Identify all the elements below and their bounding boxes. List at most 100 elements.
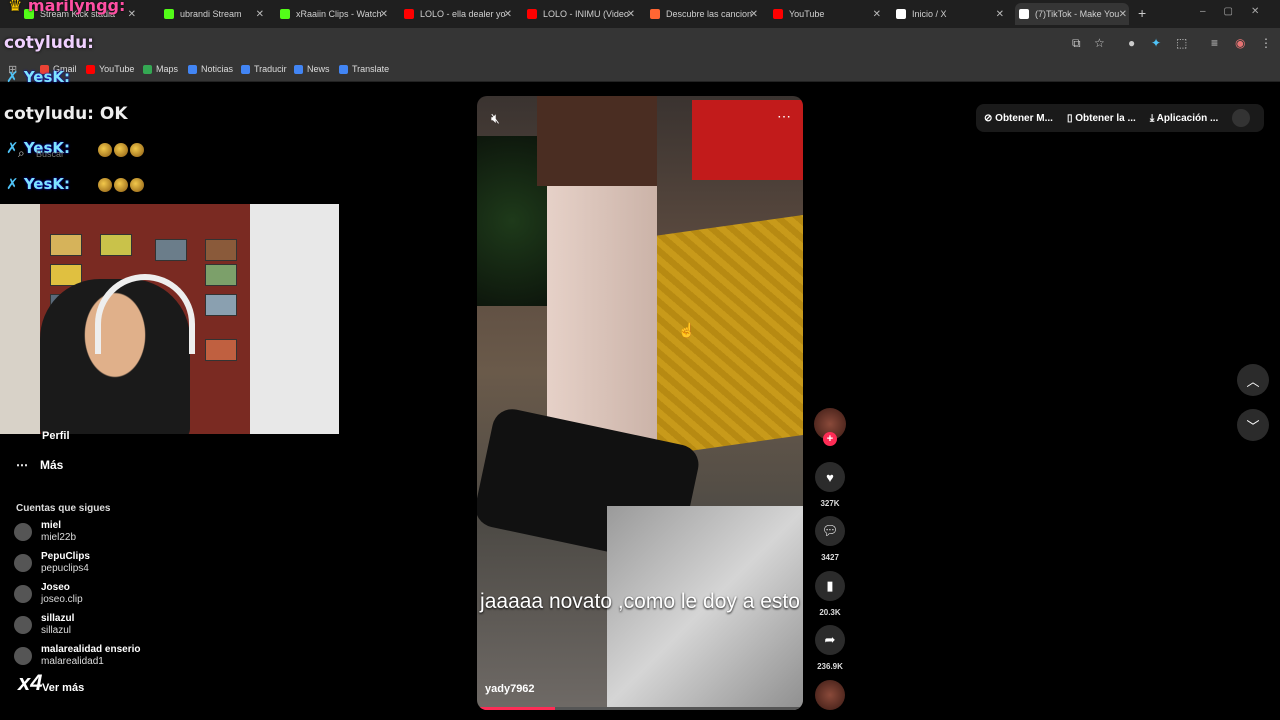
close-icon[interactable]: ✕ (750, 9, 758, 20)
minion-emote (98, 143, 112, 157)
followed-account[interactable]: miel miel22b (14, 520, 76, 544)
chat-line-yesk-1: ✗ YesK: (6, 68, 70, 86)
following-title: Cuentas que sigues (16, 503, 111, 514)
video-author[interactable]: yady7962 (485, 683, 535, 695)
account-name: Joseo (41, 582, 70, 593)
tab[interactable]: ubrandi Stream ✕ (160, 3, 266, 25)
close-icon[interactable]: ✕ (996, 9, 1004, 20)
new-tab-button[interactable]: + (1138, 5, 1146, 21)
emote-group-2 (98, 178, 144, 192)
followed-account[interactable]: sillazul sillazul (14, 613, 74, 637)
close-icon[interactable]: ✕ (504, 9, 512, 20)
get-coins-button[interactable]: ⊘ Obtener M... (984, 113, 1053, 124)
translate-ext-icon[interactable]: ✦ (1151, 36, 1161, 50)
tab[interactable]: Inicio / X ✕ (892, 3, 1006, 25)
tab[interactable]: (7)TikTok - Make You ✕ (1015, 3, 1129, 25)
tab-title: YouTube (789, 9, 825, 19)
bookmark[interactable]: Traducir (241, 64, 287, 74)
bookmark-icon[interactable]: ▮ (815, 571, 845, 601)
poster (205, 339, 237, 361)
tab-title: xRaaiin Clips - Watch (296, 9, 382, 19)
bookmark-favicon (294, 64, 303, 74)
like-count: 327K (820, 499, 840, 508)
sound-avatar[interactable] (815, 680, 845, 710)
close-icon[interactable]: ✕ (1119, 9, 1127, 20)
tab-favicon (1019, 9, 1029, 19)
minion-emote (98, 178, 112, 192)
bookmark[interactable]: Translate (339, 64, 389, 74)
desktop-app-button[interactable]: ⤓ Aplicación ... (1150, 113, 1219, 124)
followed-account[interactable]: PepuClips pepuclips4 (14, 551, 90, 575)
bookmark-label: Noticias (201, 64, 234, 74)
comment-icon[interactable]: 💬︎ (815, 516, 845, 546)
share-icon[interactable]: ➦ (815, 625, 845, 655)
tab[interactable]: LOLO - INIMU (Video ✕ (523, 3, 637, 25)
bookmark-label: News (307, 64, 330, 74)
search-icon[interactable]: ⌕ (18, 146, 25, 161)
extension-icon[interactable]: ● (1128, 36, 1135, 50)
share-count: 236.9K (817, 662, 843, 671)
bookmark-favicon (241, 64, 250, 74)
tab[interactable]: xRaaiin Clips - Watch ✕ (276, 3, 390, 25)
queue-icon[interactable]: ≡ (1211, 36, 1218, 50)
more-options-icon[interactable]: ⋯ (777, 108, 791, 125)
sword-icon: ✗ (6, 68, 19, 86)
address-bar[interactable]: ⧉ ☆ ● ✦ ⬚ ≡ ◉ ⋮ (0, 28, 1280, 58)
next-video-button[interactable]: ﹀ (1237, 409, 1269, 441)
chat-message: OK (99, 104, 128, 124)
account-name: miel (41, 520, 62, 531)
mute-icon[interactable]: 🔇︎ (491, 110, 500, 127)
wall-right (250, 204, 339, 434)
close-icon[interactable]: ✕ (256, 9, 264, 20)
avatar (14, 523, 32, 541)
poster (205, 239, 237, 261)
share-action[interactable]: ➦ 236.9K (812, 625, 848, 671)
window-controls[interactable]: –▢✕ (1200, 6, 1277, 17)
sidebar-item-perfil[interactable]: Perfil (42, 430, 70, 442)
followed-account[interactable]: Joseo joseo.clip (14, 582, 83, 606)
save-count: 20.3K (819, 608, 841, 617)
comment-action[interactable]: 💬︎ 3427 (812, 516, 848, 562)
tab[interactable]: Descubre las cancion ✕ (646, 3, 760, 25)
heart-icon[interactable]: ♥ (815, 462, 845, 492)
chat-username: cotyludu: (4, 104, 94, 124)
see-more-link[interactable]: Ver más (42, 682, 84, 694)
poster (100, 234, 132, 256)
creator-avatar[interactable]: + (812, 408, 848, 446)
video-player[interactable]: 🔇︎ ⋯ jaaaaa novato ,como le doy a esto y… (477, 96, 803, 710)
bookmark[interactable]: YouTube (86, 64, 134, 74)
followed-account[interactable]: malarealidad enserio malarealidad1 (14, 644, 141, 668)
close-icon[interactable]: ✕ (873, 9, 881, 20)
close-icon[interactable]: ✕ (627, 9, 635, 20)
save-action[interactable]: ▮ 20.3K (812, 571, 848, 617)
previous-video-button[interactable]: ︿ (1237, 364, 1269, 396)
bookmark-label: Maps (156, 64, 179, 74)
close-icon[interactable]: ✕ (128, 9, 136, 20)
profile-avatar[interactable]: ◉ (1235, 36, 1245, 50)
bookmark[interactable]: Maps (143, 64, 178, 74)
tab[interactable]: LOLO - ella dealer yo ✕ (400, 3, 514, 25)
tab-title: ubrandi Stream (180, 9, 242, 19)
account-handle: malarealidad1 (41, 656, 104, 667)
get-app-button[interactable]: ▯ Obtener la ... (1067, 113, 1136, 124)
star-icon[interactable]: ☆ (1094, 36, 1105, 50)
bookmark[interactable]: News (294, 64, 330, 74)
profile-avatar-button[interactable] (1232, 109, 1251, 127)
search-placeholder[interactable]: Buscar (36, 149, 64, 159)
more-label: Más (40, 458, 64, 472)
menu-icon[interactable]: ⋮ (1260, 36, 1272, 50)
follow-button[interactable]: + (823, 432, 837, 446)
close-icon[interactable]: ✕ (380, 9, 388, 20)
like-action[interactable]: ♥ 327K (812, 462, 848, 508)
puzzle-icon[interactable]: ⬚ (1176, 36, 1187, 50)
bookmark[interactable]: Noticias (188, 64, 233, 74)
sword-icon: ✗ (6, 175, 19, 193)
avatar (14, 647, 32, 665)
install-icon[interactable]: ⧉ (1072, 36, 1081, 51)
video-progress[interactable] (477, 707, 803, 710)
tab-title: Inicio / X (912, 9, 947, 19)
tab[interactable]: YouTube ✕ (769, 3, 883, 25)
mouse-cursor: ☝ (678, 322, 696, 338)
account-name: malarealidad enserio (41, 644, 141, 655)
sidebar-item-more[interactable]: ⋯ Más (16, 458, 63, 472)
